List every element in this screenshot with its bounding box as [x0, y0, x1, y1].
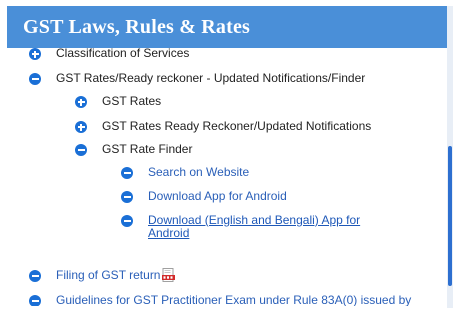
tree-item-label: Classification of Services [56, 46, 190, 60]
expand-plus-icon[interactable] [29, 48, 41, 60]
collapse-minus-icon[interactable] [29, 73, 41, 85]
pdf-icon[interactable] [162, 268, 176, 282]
tree-item-ready-reckoner[interactable]: GST Rates Ready Reckoner/Updated Notific… [75, 120, 371, 133]
tree-item-download-android[interactable]: Download App for Android [121, 190, 287, 203]
expand-plus-icon[interactable] [75, 96, 87, 108]
download-android-link[interactable]: Download App for Android [148, 190, 287, 203]
tree-item-label: GST Rates/Ready reckoner - Updated Notif… [56, 71, 366, 85]
link-line-2[interactable]: Android [148, 227, 360, 240]
expand-plus-icon[interactable] [75, 121, 87, 133]
tree-item-classification[interactable]: Classification of Services [29, 47, 189, 60]
tree-item-label: GST Rates Ready Reckoner/Updated Notific… [102, 119, 372, 133]
section-header: GST Laws, Rules & Rates [7, 6, 448, 48]
page-title: GST Laws, Rules & Rates [23, 15, 251, 38]
collapse-minus-icon [121, 167, 133, 179]
collapse-minus-icon[interactable] [75, 144, 87, 156]
collapse-minus-icon[interactable] [29, 270, 41, 282]
tree-item-label: GST Rates [102, 94, 162, 108]
tree-item-download-bengali[interactable]: Download (English and Bengali) App for A… [121, 214, 360, 240]
search-website-link[interactable]: Search on Website [148, 166, 249, 179]
tree-item-search-website[interactable]: Search on Website [121, 166, 249, 179]
panel-bottom-edge [7, 306, 448, 317]
collapse-minus-icon [121, 191, 133, 203]
filing-link[interactable]: Filing of GST return [56, 269, 160, 282]
tree-item-filing[interactable]: Filing of GST return [29, 268, 176, 283]
download-bengali-link[interactable]: Download (English and Bengali) App for A… [148, 214, 360, 240]
tree-item-rates-reckoner[interactable]: GST Rates/Ready reckoner - Updated Notif… [29, 72, 365, 85]
tree-item-gst-rates[interactable]: GST Rates [75, 95, 161, 108]
tree-item-label: GST Rate Finder [102, 142, 193, 156]
tree-item-rate-finder[interactable]: GST Rate Finder [75, 143, 192, 156]
collapse-minus-icon [121, 215, 133, 227]
scrollbar-thumb[interactable] [448, 146, 452, 286]
